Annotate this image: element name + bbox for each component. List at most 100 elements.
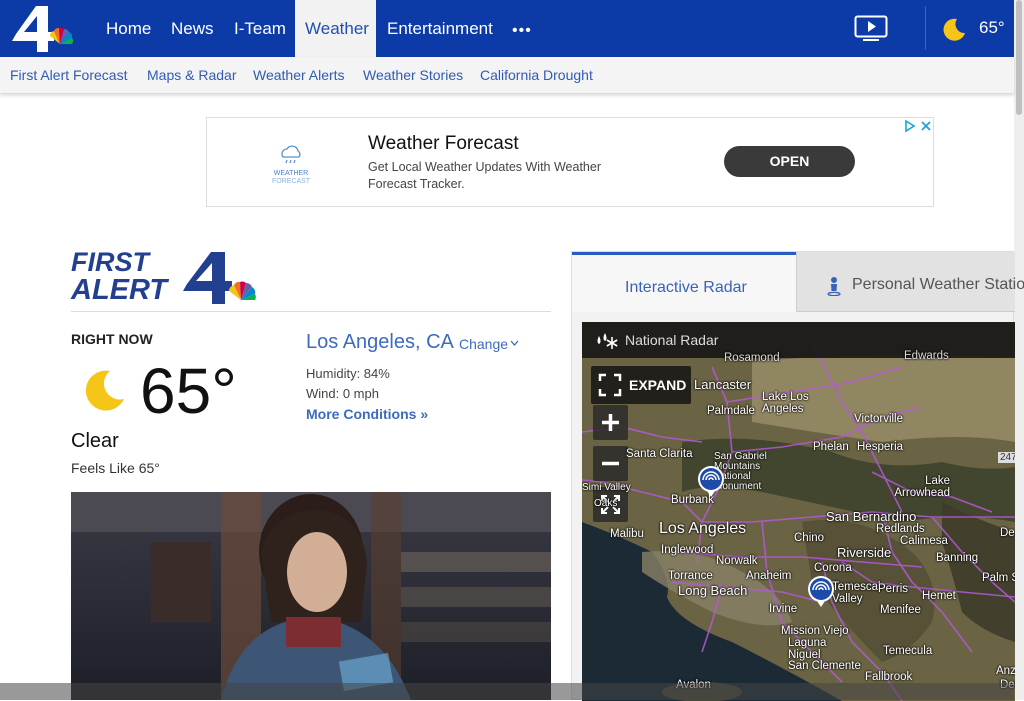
- moon-icon: [943, 18, 965, 41]
- person-pin-icon: [827, 277, 841, 296]
- ad-choices-icon[interactable]: [904, 119, 934, 133]
- first-alert-line2: ALERT: [71, 274, 168, 306]
- city-oaks: Oaks: [594, 498, 618, 509]
- ad-open-button[interactable]: OPEN: [724, 146, 855, 177]
- subnav-california-drought[interactable]: California Drought: [480, 67, 593, 83]
- city-lancaster: Lancaster: [694, 377, 752, 392]
- current-temperature: 65°: [140, 355, 237, 427]
- city-simi-valley: Simi Valley: [582, 482, 631, 493]
- city-fallbrook: Fallbrook: [865, 671, 913, 683]
- ad-logo-text-top: WEATHER: [273, 170, 309, 177]
- nav-weather[interactable]: Weather: [295, 0, 376, 57]
- right-now-label: RIGHT NOW: [71, 331, 153, 347]
- station-marker-icon[interactable]: [806, 574, 836, 608]
- city-anza: Anza: [996, 665, 1015, 677]
- city-phelan: Phelan: [813, 441, 849, 453]
- wind: Wind: 0 mph: [306, 386, 379, 401]
- city-menifee: Menifee: [880, 604, 921, 616]
- top-nav: Home News I-Team Weather Entertainment •…: [0, 0, 1014, 57]
- city-victorville: Victorville: [854, 413, 903, 425]
- plus-icon: [602, 414, 619, 431]
- map-title: National Radar: [625, 332, 719, 348]
- city-mission-viejo: Mission Viejo: [781, 625, 849, 637]
- change-location-link[interactable]: Change: [459, 336, 508, 352]
- city-hesperia: Hesperia: [857, 441, 904, 453]
- tab-personal-weather-station-label: Personal Weather Station: [852, 276, 1024, 293]
- city-los-angeles: Los Angeles: [659, 520, 747, 537]
- city-riverside: Riverside: [837, 545, 892, 560]
- zoom-in-button[interactable]: [593, 405, 628, 440]
- rain-snow-icon: [597, 333, 618, 349]
- subnav-weather-stories[interactable]: Weather Stories: [363, 67, 463, 83]
- city-torrance: Torrance: [668, 570, 713, 582]
- humidity: Humidity: 84%: [306, 366, 390, 381]
- nav-news[interactable]: News: [171, 0, 214, 57]
- ad-logo-text-bottom: FORECAST: [271, 178, 311, 185]
- city-lake-los-angeles: Lake Los Angeles: [762, 391, 809, 415]
- ad-title[interactable]: Weather Forecast: [368, 133, 519, 155]
- subnav-weather-alerts[interactable]: Weather Alerts: [253, 67, 345, 83]
- expand-button[interactable]: EXPAND: [591, 366, 691, 404]
- tab-interactive-radar[interactable]: Interactive Radar: [572, 252, 796, 312]
- city-anaheim: Anaheim: [746, 570, 792, 582]
- nbc4-logo[interactable]: [8, 4, 80, 54]
- nav-home[interactable]: Home: [106, 0, 151, 57]
- feels-like: Feels Like 65°: [71, 460, 160, 476]
- city-norwalk: Norwalk: [716, 555, 758, 567]
- ad-description[interactable]: Get Local Weather Updates With Weather F…: [368, 159, 638, 193]
- city-calimesa: Calimesa: [900, 535, 948, 547]
- nbc4-brand-icon: [183, 252, 256, 304]
- first-alert-line1: FIRST: [71, 247, 149, 277]
- nav-i-team[interactable]: I-Team: [234, 0, 286, 57]
- city-laguna-niguel: Laguna Niguel: [788, 637, 827, 661]
- tab-personal-weather-station[interactable]: Personal Weather Station: [796, 252, 1024, 312]
- nav-divider: [925, 6, 926, 50]
- route-247-shield: 247: [998, 452, 1015, 463]
- city-palmdale: Palmdale: [707, 405, 755, 417]
- city-banning: Banning: [936, 552, 979, 564]
- moon-icon-large: [85, 370, 124, 411]
- city-chino: Chino: [794, 532, 825, 544]
- map-header: National Radar: [582, 322, 1015, 358]
- location-name: Los Angeles, CA: [306, 331, 454, 353]
- first-alert-logo: FIRST ALERT: [71, 248, 261, 306]
- city-palm-springs: Palm Spr: [982, 572, 1015, 584]
- sub-nav: First Alert Forecast Maps & Radar Weathe…: [0, 57, 1014, 94]
- subnav-maps-radar[interactable]: Maps & Radar: [147, 67, 236, 83]
- city-temecula: Temecula: [883, 645, 933, 657]
- city-de: De: [1000, 527, 1015, 539]
- radar-map[interactable]: National Radar Rosamond Edwards EXPAND L…: [582, 322, 1015, 701]
- current-condition: Clear: [71, 430, 119, 452]
- video-scene-image: [71, 492, 551, 700]
- more-conditions-link[interactable]: More Conditions »: [306, 406, 428, 422]
- city-lake-arrowhead: Lake Arrowhead: [894, 475, 950, 499]
- ad-banner[interactable]: WEATHER FORECAST Weather Forecast Get Lo…: [206, 117, 934, 207]
- video-thumbnail[interactable]: [71, 492, 551, 700]
- subnav-first-alert-forecast[interactable]: First Alert Forecast: [10, 67, 127, 83]
- city-temescal-valley: Temescal Valley: [832, 581, 881, 605]
- ad-logo: WEATHER FORECAST: [269, 143, 313, 185]
- city-inglewood: Inglewood: [661, 544, 714, 556]
- scrollbar-thumb[interactable]: [1016, 0, 1022, 115]
- nav-temperature[interactable]: 65°: [979, 18, 1005, 38]
- tab-interactive-radar-label: Interactive Radar: [625, 279, 747, 296]
- city-irvine: Irvine: [769, 603, 798, 615]
- city-santa-clarita: Santa Clarita: [626, 448, 693, 460]
- chevron-down-icon[interactable]: [510, 339, 519, 347]
- city-perris: Perris: [878, 583, 909, 595]
- expand-icon: [598, 373, 622, 397]
- bottom-overlay-bar: [0, 683, 1014, 700]
- section-divider: [71, 311, 551, 312]
- tv-play-icon[interactable]: [854, 15, 888, 43]
- nav-more-button[interactable]: •••: [512, 22, 532, 40]
- zoom-out-button[interactable]: [593, 446, 628, 481]
- city-san-bernardino: San Bernardino: [826, 509, 917, 524]
- city-rosamond: Rosamond: [724, 352, 780, 364]
- city-hemet: Hemet: [922, 590, 956, 602]
- city-san-clemente: San Clemente: [788, 660, 861, 672]
- city-long-beach: Long Beach: [678, 583, 748, 598]
- radar-panel: Interactive Radar Personal Weather Stati…: [571, 251, 1024, 701]
- station-marker-icon[interactable]: [696, 464, 726, 498]
- nav-entertainment[interactable]: Entertainment: [387, 0, 493, 57]
- city-malibu: Malibu: [610, 528, 644, 540]
